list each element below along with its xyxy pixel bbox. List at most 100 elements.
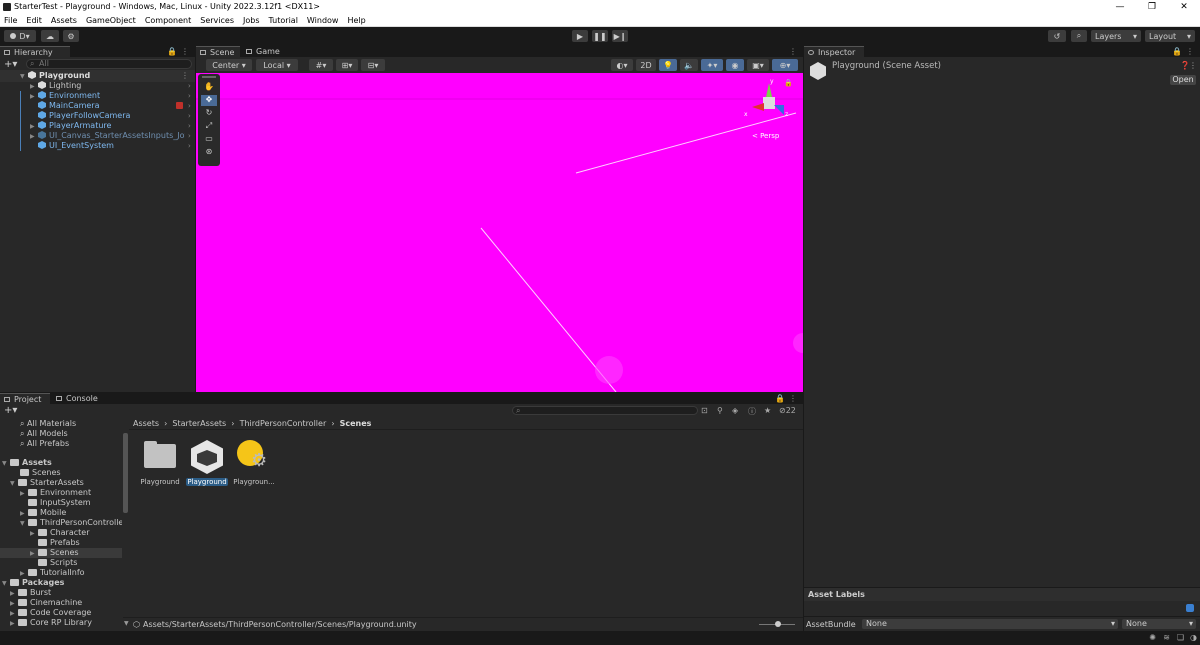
more-menu-icon[interactable]: ⋮ xyxy=(181,71,189,80)
favorite-all-prefabs[interactable]: ⌕ All Prefabs xyxy=(20,439,69,449)
tree-item-scenes[interactable]: Scenes xyxy=(20,468,61,478)
hierarchy-item-environment[interactable]: ▶ Environment xyxy=(30,91,100,101)
info-filter-icon[interactable]: ⓘ xyxy=(748,406,756,417)
scene-viewport[interactable]: ✋ ✥ ↻ ⤢ ▭ ⊛ y x z 🔒 < Persp xyxy=(196,73,803,392)
hierarchy-item-lighting[interactable]: ▶ Lighting xyxy=(30,81,81,91)
align-button[interactable]: ⊟▾ xyxy=(361,59,385,71)
tab-project[interactable]: Project xyxy=(0,393,50,404)
hierarchy-item-maincamera[interactable]: MainCamera xyxy=(30,101,100,111)
hand-tool-icon[interactable]: ✋ xyxy=(201,82,217,93)
lock-icon[interactable]: 🔒 xyxy=(1172,47,1182,56)
expand-arrow-icon[interactable]: ▼ xyxy=(20,72,28,82)
visibility-toggle[interactable]: ◉ xyxy=(726,59,744,71)
minimize-button[interactable]: — xyxy=(1104,0,1136,14)
tab-game[interactable]: Game xyxy=(242,46,284,57)
icon-size-slider-thumb[interactable] xyxy=(775,621,781,627)
tree-item-thirdpersoncontroller[interactable]: ▼ ThirdPersonController xyxy=(20,518,122,528)
layers-stack-icon[interactable]: ❏ xyxy=(1177,633,1184,642)
lock-icon[interactable]: 🔒 xyxy=(167,47,177,56)
shading-mode-button[interactable]: ◐▾ xyxy=(611,59,633,71)
2d-toggle[interactable]: 2D xyxy=(636,59,656,71)
pivot-center-dropdown[interactable]: Center ▾ xyxy=(206,59,252,71)
tree-item-packages[interactable]: ▼ Packages xyxy=(2,578,64,588)
cloud-button[interactable]: ☁ xyxy=(41,30,59,42)
lighting-toggle[interactable]: 💡 xyxy=(659,59,677,71)
add-button[interactable]: +▾ xyxy=(4,59,17,70)
tree-item-code-coverage[interactable]: ▶ Code Coverage xyxy=(10,608,91,618)
effects-button[interactable]: ✦▾ xyxy=(701,59,723,71)
tree-item-tutorialinfo[interactable]: ▶ TutorialInfo xyxy=(20,568,85,578)
tab-scene[interactable]: Scene xyxy=(196,46,240,57)
close-button[interactable]: ✕ xyxy=(1168,0,1200,14)
tree-item-environment[interactable]: ▶ Environment xyxy=(20,488,91,498)
tree-item-prefabs[interactable]: Prefabs xyxy=(38,538,80,548)
label-filter-icon[interactable]: ◈ xyxy=(732,406,738,415)
projection-label[interactable]: < Persp xyxy=(752,132,779,140)
asset-bundle-dropdown[interactable]: None ▾ xyxy=(862,619,1118,629)
menu-gameobject[interactable]: GameObject xyxy=(86,16,136,25)
tree-item-mobile[interactable]: ▶ Mobile xyxy=(20,508,66,518)
lock-icon[interactable]: 🔒 xyxy=(784,79,793,87)
filter-icon[interactable]: ⚲ xyxy=(717,406,723,415)
layers-dropdown[interactable]: Layers ▾ xyxy=(1091,30,1141,42)
tree-item-scenes-selected[interactable]: ▶ Scenes xyxy=(30,548,79,558)
breadcrumb-thirdpersoncontroller[interactable]: ThirdPersonController xyxy=(240,419,327,428)
pause-button[interactable]: ❚❚ xyxy=(592,30,608,42)
progress-icon[interactable]: ◑ xyxy=(1190,633,1197,642)
menu-services[interactable]: Services xyxy=(200,16,234,25)
tree-item-burst[interactable]: ▶ Burst xyxy=(10,588,51,598)
tab-console[interactable]: Console xyxy=(52,393,102,404)
more-menu-icon[interactable]: ⋮ xyxy=(789,47,797,56)
favorite-all-models[interactable]: ⌕ All Models xyxy=(20,429,68,439)
search-by-type-icon[interactable]: ⊡ xyxy=(701,406,708,415)
hierarchy-item-playerfollowcamera[interactable]: PlayerFollowCamera xyxy=(30,111,130,121)
project-search-input[interactable]: ⌕ xyxy=(512,406,698,415)
menu-jobs[interactable]: Jobs xyxy=(243,16,260,25)
bug-icon[interactable]: ✺ xyxy=(1149,633,1156,642)
audio-toggle[interactable]: 🔈 xyxy=(680,59,698,71)
network-icon[interactable]: ≋ xyxy=(1163,633,1170,642)
add-button[interactable]: +▾ xyxy=(4,405,17,416)
maximize-button[interactable]: ❐ xyxy=(1136,0,1168,14)
asset-variant-dropdown[interactable]: None ▾ xyxy=(1122,619,1196,629)
more-menu-icon[interactable]: ⋮ xyxy=(1189,61,1197,70)
breadcrumb-scenes[interactable]: Scenes xyxy=(340,419,372,428)
tree-item-character[interactable]: ▶ Character xyxy=(30,528,90,538)
menu-tutorial[interactable]: Tutorial xyxy=(269,16,298,25)
grid-snap-button[interactable]: #▾ xyxy=(309,59,333,71)
label-tag-icon[interactable] xyxy=(1186,604,1194,612)
menu-component[interactable]: Component xyxy=(145,16,191,25)
tree-item-assets[interactable]: ▼ Assets xyxy=(2,458,52,468)
asset-scene-playground[interactable]: Playground xyxy=(186,438,228,488)
favorite-all-materials[interactable]: ⌕ All Materials xyxy=(20,419,76,429)
open-button[interactable]: Open xyxy=(1170,75,1196,85)
tree-item-scripts[interactable]: Scripts xyxy=(38,558,77,568)
collab-button[interactable]: ⚙ xyxy=(63,30,79,42)
camera-button[interactable]: ▣▾ xyxy=(747,59,769,71)
play-button[interactable]: ▶ xyxy=(572,30,588,42)
hierarchy-item-playerarmature[interactable]: ▶ PlayerArmature xyxy=(30,121,111,131)
tree-scrollbar[interactable] xyxy=(123,433,128,513)
tab-hierarchy[interactable]: Hierarchy xyxy=(0,46,70,57)
step-button[interactable]: ▶❙ xyxy=(612,30,628,42)
menu-edit[interactable]: Edit xyxy=(26,16,42,25)
menu-file[interactable]: File xyxy=(4,16,17,25)
scale-tool-icon[interactable]: ⤢ xyxy=(201,121,217,132)
menu-window[interactable]: Window xyxy=(307,16,339,25)
gizmos-button[interactable]: ⊕▾ xyxy=(772,59,798,71)
tree-item-cinemachine[interactable]: ▶ Cinemachine xyxy=(10,598,82,608)
search-button[interactable]: ⌕ xyxy=(1071,30,1087,42)
expand-arrow-icon[interactable]: ▶ xyxy=(30,132,38,141)
tree-item-inputsystem[interactable]: InputSystem xyxy=(28,498,91,508)
breadcrumb-starterassets[interactable]: StarterAssets xyxy=(172,419,226,428)
more-menu-icon[interactable]: ⋮ xyxy=(789,394,797,403)
asset-lighting-playground[interactable]: ⚙ Playgroun... xyxy=(233,438,275,488)
pivot-local-dropdown[interactable]: Local ▾ xyxy=(256,59,298,71)
layout-dropdown[interactable]: Layout ▾ xyxy=(1145,30,1195,42)
more-menu-icon[interactable]: ⋮ xyxy=(1186,47,1194,56)
lock-icon[interactable]: 🔒 xyxy=(775,394,785,403)
rotate-tool-icon[interactable]: ↻ xyxy=(201,108,217,119)
asset-labels-header[interactable]: Asset Labels xyxy=(804,587,1200,601)
snap-increment-button[interactable]: ⊞▾ xyxy=(336,59,358,71)
breadcrumb-assets[interactable]: Assets xyxy=(133,419,159,428)
